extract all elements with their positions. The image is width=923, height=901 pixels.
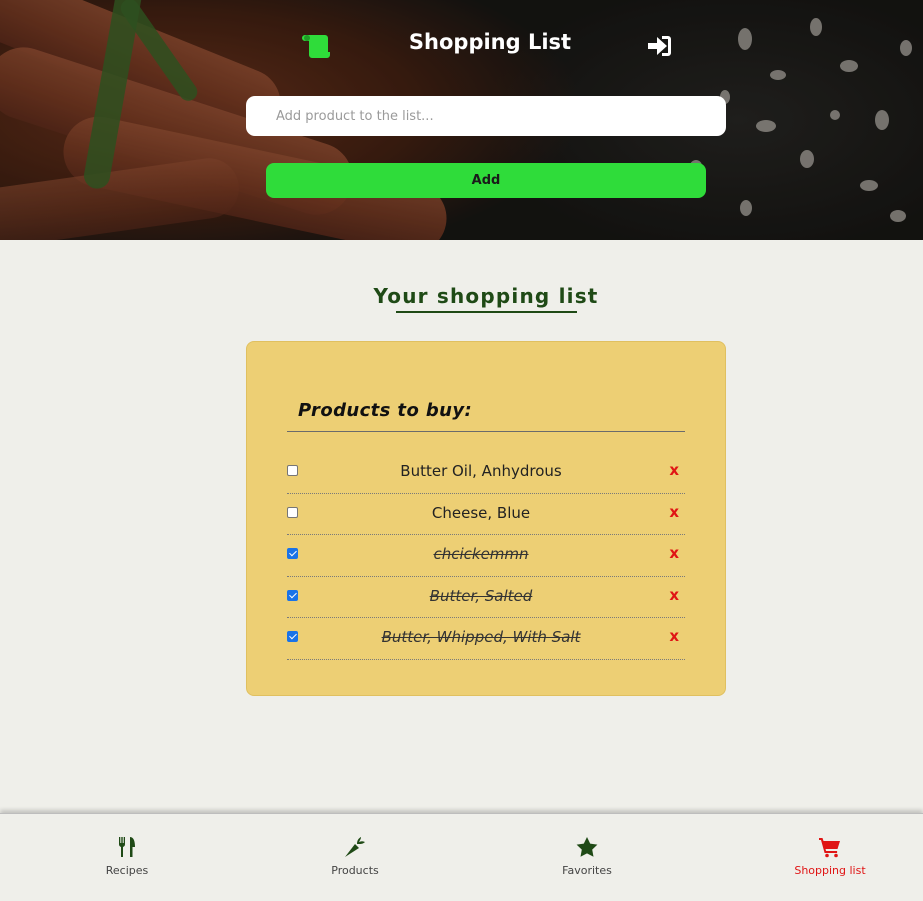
nav-item-products[interactable]: Products (285, 836, 425, 877)
remove-item-button[interactable]: x (669, 586, 679, 604)
star-icon (576, 837, 598, 857)
list-item: Butter, Salted x (287, 577, 685, 618)
remove-item-button[interactable]: x (669, 461, 679, 479)
hero-header: Shopping List Add (0, 0, 923, 240)
cart-icon (819, 838, 840, 858)
nav-label: Products (331, 864, 379, 877)
remove-item-button[interactable]: x (669, 627, 679, 645)
nav-label: Recipes (105, 864, 149, 877)
carrot-icon (345, 837, 365, 857)
remove-item-button[interactable]: x (669, 503, 679, 521)
item-checkbox[interactable] (287, 465, 298, 476)
item-checkbox[interactable] (287, 589, 298, 601)
list-item: Butter, Whipped, With Salt x (287, 618, 685, 660)
bottom-nav: Recipes Products Favorites Shopping list (0, 813, 923, 901)
item-name: Butter Oil, Anhydrous (400, 462, 562, 480)
utensils-icon (118, 837, 135, 857)
nav-item-shopping-list[interactable]: Shopping list (760, 836, 900, 877)
nav-label: Favorites (562, 864, 612, 877)
card-title-divider (287, 431, 685, 432)
nav-item-recipes[interactable]: Recipes (57, 836, 197, 877)
remove-item-button[interactable]: x (669, 544, 679, 562)
list-item: Butter Oil, Anhydrous x (287, 452, 685, 494)
item-checkbox[interactable] (287, 506, 298, 518)
list-item: chcickemmn x (287, 535, 685, 577)
item-checkbox[interactable] (287, 548, 298, 559)
section-title-underline (396, 311, 577, 313)
shopping-list: Butter Oil, Anhydrous x Cheese, Blue x c… (287, 452, 685, 660)
item-name: Cheese, Blue (431, 503, 531, 522)
nav-label: Shopping list (794, 864, 866, 877)
add-product-input[interactable] (246, 96, 726, 136)
list-item: Cheese, Blue x (287, 494, 685, 535)
item-name: Butter, Whipped, With Salt (381, 628, 581, 646)
item-name: chcickemmn (433, 545, 529, 563)
add-button[interactable]: Add (266, 163, 706, 198)
item-name: Butter, Salted (429, 586, 533, 605)
section-title: Your shopping list (373, 284, 599, 308)
card-title: Products to buy: (298, 400, 473, 421)
item-checkbox[interactable] (287, 631, 298, 642)
scroll-icon (302, 35, 330, 58)
page-title: Shopping List (408, 30, 572, 54)
nav-item-favorites[interactable]: Favorites (517, 836, 657, 877)
shopping-list-card: Products to buy: Butter Oil, Anhydrous x… (246, 341, 726, 696)
sign-in-icon[interactable] (646, 33, 674, 59)
